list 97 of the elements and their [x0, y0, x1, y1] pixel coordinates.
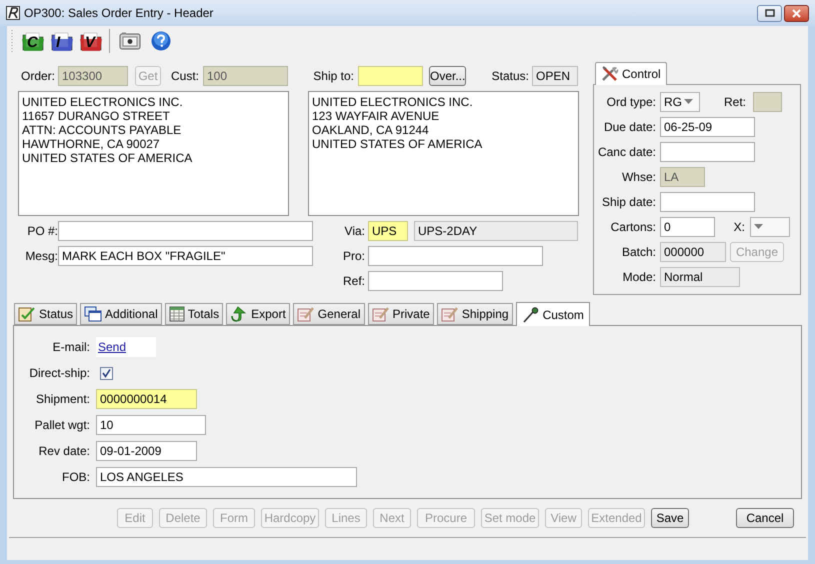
dropdown[interactable]: [750, 217, 790, 237]
notepad-icon: [372, 306, 390, 322]
address-line: ATTN: ACCOUNTS PAYABLE: [22, 123, 182, 137]
address-line: UNITED STATES OF AMERICA: [312, 137, 484, 151]
field-label: Cartons:: [610, 219, 656, 236]
text-field[interactable]: 000000: [660, 242, 726, 262]
tab[interactable]: Private: [368, 303, 434, 325]
spreadsheet-icon: [168, 306, 185, 322]
field-label: Cust:: [170, 68, 199, 85]
address-line: UNITED STATES OF AMERICA: [22, 151, 194, 165]
tab[interactable]: Totals: [164, 303, 224, 325]
restore-button[interactable]: [757, 4, 782, 22]
field-label: Ship date:: [600, 194, 656, 211]
tab[interactable]: Custom: [516, 302, 590, 326]
dropdown[interactable]: RG: [660, 92, 700, 112]
field-label: FOB:: [60, 469, 90, 486]
address-box[interactable]: UNITED ELECTRONICS INC. 123 WAYFAIR AVENUE OAKLAND, CA 91244 UNITED STATES OF AMERICA: [308, 91, 579, 216]
tab[interactable]: General: [292, 303, 364, 325]
field-label: Pallet wgt:: [34, 417, 90, 434]
close-icon: [792, 8, 801, 18]
field-label: Mesg:: [24, 248, 58, 265]
field-label: PO #:: [26, 223, 58, 240]
text-field[interactable]: Normal: [660, 267, 740, 287]
field-label: Ref:: [342, 273, 365, 290]
help-button[interactable]: [149, 29, 173, 53]
field-label: Shipment:: [34, 391, 90, 408]
checklist-icon: [18, 306, 36, 322]
description-field: UPS-2DAY: [414, 221, 578, 241]
text-field[interactable]: 0000000014: [96, 389, 197, 409]
address-line: UNITED ELECTRONICS INC.: [312, 95, 474, 109]
button[interactable]: Over...: [429, 66, 466, 86]
text-field[interactable]: LA: [660, 167, 705, 187]
tab[interactable]: Control: [595, 62, 667, 85]
notepad-icon: [296, 306, 315, 322]
tab[interactable]: Shipping: [436, 303, 513, 325]
tools-icon: [601, 66, 619, 82]
text-field[interactable]: [58, 221, 313, 241]
dropdown-arrow-icon: [754, 224, 763, 230]
windows-icon: [84, 306, 102, 322]
text-field[interactable]: [660, 192, 755, 212]
checkbox[interactable]: [100, 366, 113, 380]
address-line: 123 WAYFAIR AVENUE: [312, 109, 440, 123]
field-label: Whse:: [620, 169, 656, 186]
field-label: Pro:: [342, 248, 365, 265]
checkmark-icon: [102, 368, 111, 378]
toolbar-button[interactable]: I: [50, 29, 74, 53]
field-label: Batch:: [620, 244, 656, 261]
field-label: Ship to:: [312, 68, 354, 85]
status-field[interactable]: OPEN: [532, 66, 578, 86]
camera-icon: [119, 32, 141, 50]
text-field[interactable]: MARK EACH BOX "FRAGILE": [58, 246, 313, 266]
address-line: 11657 DURANGO STREET: [22, 109, 171, 123]
field-label: Ret:: [722, 94, 746, 111]
text-field[interactable]: UPS: [368, 221, 408, 241]
address-line: UNITED ELECTRONICS INC.: [22, 95, 184, 109]
text-field[interactable]: LOS ANGELES: [96, 467, 357, 487]
toolbar-button[interactable]: C: [21, 29, 45, 53]
help-icon: [151, 31, 171, 51]
ship-to-field[interactable]: [358, 66, 423, 86]
notepad-icon: [440, 306, 459, 322]
field-label: Canc date:: [596, 144, 656, 161]
text-field[interactable]: 0: [660, 217, 715, 237]
app-icon: [6, 6, 20, 20]
order-field[interactable]: 103300: [58, 66, 128, 86]
text-field[interactable]: [753, 92, 782, 112]
text-field[interactable]: 10: [96, 415, 206, 435]
field-label: Rev date:: [38, 443, 90, 460]
address-box[interactable]: UNITED ELECTRONICS INC. 11657 DURANGO STREET ATTN: ACCOUNTS PAYABLE HAWTHORNE, CA 90027 UNITED STATES OF AMERICA: [18, 91, 289, 216]
field-label: Status:: [490, 68, 529, 85]
field-label: Ord type:: [606, 94, 656, 111]
field-label: Due date:: [602, 119, 656, 136]
field-label: Mode:: [622, 269, 656, 286]
text-field[interactable]: [368, 271, 503, 291]
customer-field[interactable]: 100: [203, 66, 288, 86]
tab[interactable]: Additional: [80, 303, 162, 325]
field-label: X:: [732, 219, 745, 236]
address-line: OAKLAND, CA 91244: [312, 123, 430, 137]
text-field[interactable]: 06-25-09: [660, 117, 755, 137]
address-line: HAWTHORNE, CA 90027: [22, 137, 161, 151]
toolbar-button[interactable]: V: [79, 29, 103, 53]
button[interactable]: Cancel: [736, 508, 794, 528]
tab[interactable]: Export: [226, 303, 290, 325]
arrow-icon: [230, 306, 248, 322]
field-label: Order:: [20, 68, 55, 85]
button[interactable]: Save: [651, 508, 689, 528]
field-label: Via:: [344, 223, 365, 240]
pin-icon: [522, 306, 540, 322]
text-field[interactable]: [368, 246, 543, 266]
window-title: OP300: Sales Order Entry - Header: [24, 5, 214, 22]
text-field[interactable]: 09-01-2009: [96, 441, 197, 461]
close-button[interactable]: [784, 4, 809, 22]
text-field[interactable]: [660, 142, 755, 162]
dropdown-arrow-icon: [684, 99, 693, 105]
restore-icon: [764, 9, 774, 17]
field-label: Direct-ship:: [28, 365, 90, 382]
tab[interactable]: Status: [14, 303, 78, 325]
field-label: E-mail:: [52, 339, 90, 356]
